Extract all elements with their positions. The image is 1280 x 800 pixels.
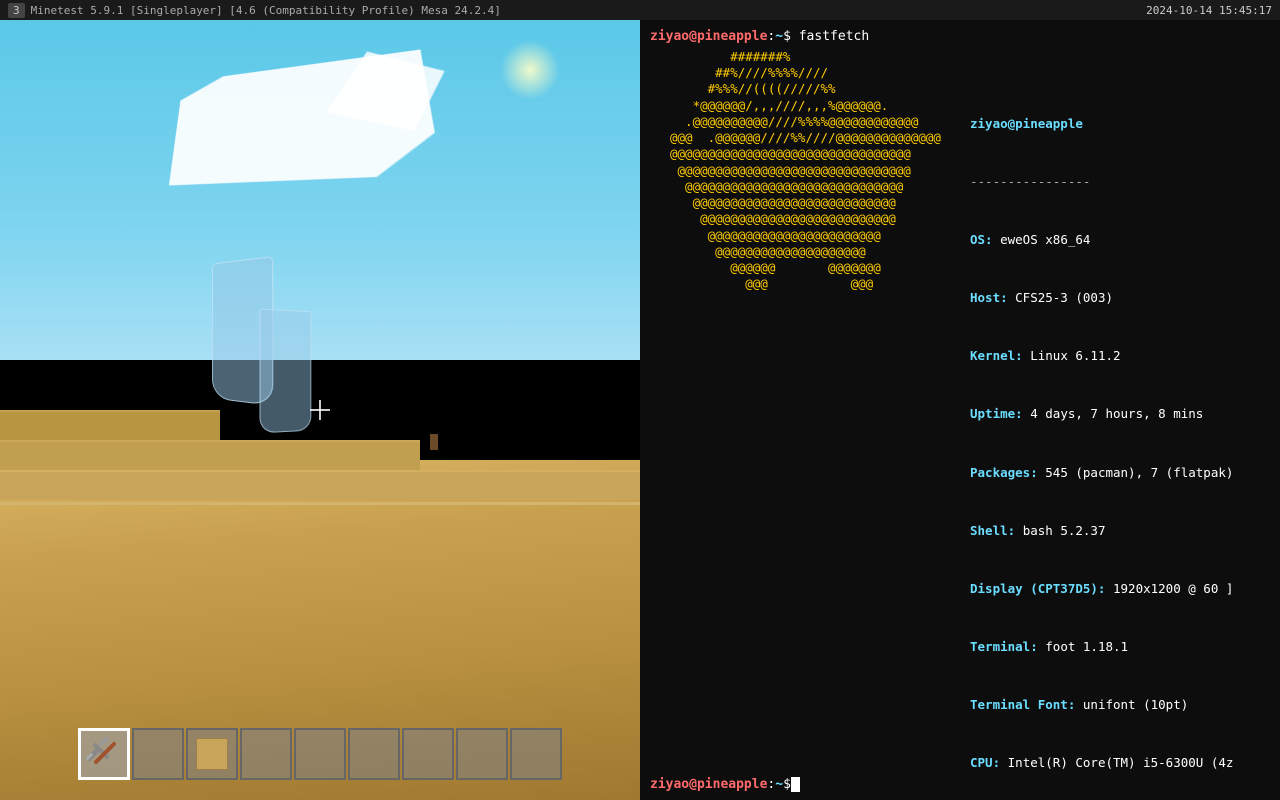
info-uptime: Uptime: 4 days, 7 hours, 8 mins <box>970 404 1270 423</box>
info-terminal-font: Terminal Font: unifont (10pt) <box>970 695 1270 714</box>
topbar-right: 2024-10-14 15:45:17 <box>1146 3 1272 18</box>
distant-block <box>430 434 438 450</box>
topbar-left: 3 Minetest 5.9.1 [Singleplayer] [4.6 (Co… <box>8 3 501 18</box>
hotbar-slot-8[interactable] <box>456 728 508 780</box>
system-info-block: ziyao@pineapple ---------------- OS: ewe… <box>970 75 1270 773</box>
sand-surface-line <box>0 502 640 505</box>
hotbar-item-pickaxe <box>81 731 127 777</box>
hotbar-slot-6[interactable] <box>348 728 400 780</box>
platform-level-1 <box>0 470 640 500</box>
game-window-title: Minetest 5.9.1 [Singleplayer] [4.6 (Comp… <box>31 4 501 17</box>
system-clock: 2024-10-14 15:45:17 <box>1146 4 1272 17</box>
hotbar-slot-7[interactable] <box>402 728 454 780</box>
hotbar-item-sand <box>188 730 236 778</box>
game-panel[interactable] <box>0 20 640 800</box>
main-area: ziyao@pineapple:~$ fastfetch #######% ##… <box>0 20 1280 800</box>
crosshair <box>310 400 330 420</box>
info-display: Display (CPT37D5): 1920x1200 @ 60 ] <box>970 579 1270 598</box>
hotbar-slot-1[interactable] <box>78 728 130 780</box>
sun-glow <box>500 40 560 100</box>
platform-level-3 <box>0 410 220 440</box>
hotbar-slot-2[interactable] <box>132 728 184 780</box>
prompt-hostname: pineapple <box>697 28 767 47</box>
hotbar <box>78 728 562 780</box>
prompt-path: ~ <box>775 28 783 47</box>
bottom-prompt-username: ziyao <box>650 777 689 792</box>
info-kernel: Kernel: Linux 6.11.2 <box>970 346 1270 365</box>
command-line: ziyao@pineapple:~$ fastfetch <box>650 28 1270 47</box>
terminal-panel[interactable]: ziyao@pineapple:~$ fastfetch #######% ##… <box>640 20 1280 800</box>
info-cpu: CPU: Intel(R) Core(TM) i5-6300U (4z <box>970 753 1270 772</box>
workspace-tag[interactable]: 3 <box>8 3 25 18</box>
info-terminal: Terminal: foot 1.18.1 <box>970 637 1270 656</box>
info-username-line: ziyao@pineapple <box>970 114 1270 133</box>
pickaxe-icon <box>86 736 122 772</box>
hotbar-slot-4[interactable] <box>240 728 292 780</box>
info-separator-line: ---------------- <box>970 172 1270 191</box>
hotbar-slot-5[interactable] <box>294 728 346 780</box>
info-host: Host: CFS25-3 (003) <box>970 288 1270 307</box>
top-bar: 3 Minetest 5.9.1 [Singleplayer] [4.6 (Co… <box>0 0 1280 20</box>
prompt-username: ziyao <box>650 28 689 47</box>
info-shell: Shell: bash 5.2.37 <box>970 521 1270 540</box>
platform-level-2 <box>0 440 420 470</box>
bottom-prompt-hostname: pineapple <box>697 777 767 792</box>
info-separator: ---------------- <box>970 174 1090 189</box>
bottom-prompt-path: ~ <box>775 777 783 792</box>
info-packages: Packages: 545 (pacman), 7 (flatpak) <box>970 463 1270 482</box>
terminal-content: ziyao@pineapple:~$ fastfetch #######% ##… <box>640 20 1280 773</box>
terminal-cursor <box>791 777 800 792</box>
hotbar-slot-9[interactable] <box>510 728 562 780</box>
hotbar-slot-3[interactable] <box>186 728 238 780</box>
info-os: OS: eweOS x86_64 <box>970 230 1270 249</box>
command-text: fastfetch <box>799 28 869 47</box>
info-username: ziyao@pineapple <box>970 116 1083 131</box>
crystal-structure-2 <box>260 310 320 440</box>
